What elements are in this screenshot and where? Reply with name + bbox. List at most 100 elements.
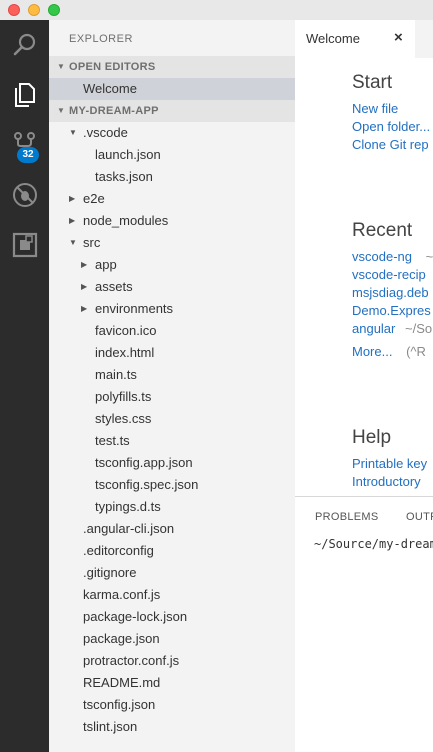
activity-bar: 32 <box>0 20 49 752</box>
chevron-down-icon[interactable]: ▼ <box>69 122 77 144</box>
activity-search[interactable] <box>0 20 49 70</box>
tree-file[interactable]: package-lock.json <box>49 606 295 628</box>
tree-file[interactable]: .editorconfig <box>49 540 295 562</box>
tree-file[interactable]: main.ts <box>49 364 295 386</box>
tab-output[interactable]: OUTP <box>406 511 433 523</box>
open-editors-header[interactable]: ▼ OPEN EDITORS <box>49 56 295 78</box>
tree-item-label: .editorconfig <box>83 543 154 558</box>
tab-welcome[interactable]: Welcome × <box>295 20 415 58</box>
activity-explorer[interactable] <box>0 70 49 120</box>
tree-file[interactable]: tsconfig.spec.json <box>49 474 295 496</box>
more-recent-link[interactable]: More... (^R <box>352 344 426 359</box>
tree-item-label: e2e <box>83 191 105 206</box>
tree-item-label: protractor.conf.js <box>83 653 180 668</box>
tree-item-label: node_modules <box>83 213 169 228</box>
tree-file[interactable]: tsconfig.json <box>49 694 295 716</box>
tree-item-label: package-lock.json <box>83 609 188 624</box>
recent-item[interactable]: angular ~/So <box>352 321 432 336</box>
close-icon[interactable]: × <box>394 29 403 46</box>
search-icon <box>13 33 36 56</box>
bottom-panel: PROBLEMS OUTP ~/Source/my-dream <box>295 496 433 752</box>
tree-file[interactable]: polyfills.ts <box>49 386 295 408</box>
tree-item-label: tasks.json <box>95 169 153 184</box>
chevron-down-icon: ▼ <box>57 62 66 71</box>
new-file-link[interactable]: New file <box>352 101 398 116</box>
window-minimize-button[interactable] <box>28 4 40 16</box>
tree-item-label: tsconfig.json <box>83 697 156 712</box>
tree-item-label: tslint.json <box>83 719 138 734</box>
tree-item-label: app <box>95 257 117 272</box>
tree-file[interactable]: favicon.ico <box>49 320 295 342</box>
tree-file[interactable]: tsconfig.app.json <box>49 452 295 474</box>
tree-item-label: .angular-cli.json <box>83 521 175 536</box>
tree-file[interactable]: package.json <box>49 628 295 650</box>
recent-item[interactable]: Demo.Expres <box>352 303 431 318</box>
open-folder-link[interactable]: Open folder... <box>352 119 430 134</box>
tree-file[interactable]: karma.conf.js <box>49 584 295 606</box>
open-editor-item[interactable]: Welcome <box>49 78 295 100</box>
tree-item-label: index.html <box>95 345 155 360</box>
activity-debug[interactable] <box>0 170 49 220</box>
terminal-text: ~/Source/my-dream <box>314 537 433 551</box>
tree-item-label: README.md <box>83 675 161 690</box>
chevron-right-icon[interactable]: ▶ <box>69 188 75 210</box>
recent-item[interactable]: vscode-ng ~ <box>352 249 433 264</box>
tree-item-label: karma.conf.js <box>83 587 161 602</box>
tree-folder[interactable]: ▼ src <box>49 232 295 254</box>
tree-item-label: .vscode <box>83 125 128 140</box>
extensions-icon <box>12 232 38 258</box>
recent-item[interactable]: vscode-recip <box>352 267 426 282</box>
debug-icon <box>13 183 37 207</box>
sidebar-title: EXPLORER <box>69 33 133 45</box>
tree-item-label: tsconfig.app.json <box>95 455 193 470</box>
tree-item-label: package.json <box>83 631 160 646</box>
source-control-badge: 32 <box>17 147 39 163</box>
tree-file[interactable]: .angular-cli.json <box>49 518 295 540</box>
explorer-sidebar: EXPLORER ▼ OPEN EDITORS Welcome ▼ MY-DRE… <box>49 20 295 752</box>
tree-item-label: favicon.ico <box>95 323 157 338</box>
tree-item-label: environments <box>95 301 174 316</box>
window-close-button[interactable] <box>8 4 20 16</box>
tree-folder[interactable]: ▶ environments <box>49 298 295 320</box>
tree-item-label: launch.json <box>95 147 161 162</box>
tree-folder[interactable]: ▶ assets <box>49 276 295 298</box>
activity-extensions[interactable] <box>0 220 49 270</box>
tree-item-label: src <box>83 235 101 250</box>
chevron-right-icon[interactable]: ▶ <box>81 276 87 298</box>
recent-item[interactable]: msjsdiag.deb <box>352 285 429 300</box>
recent-heading: Recent <box>352 220 413 241</box>
help-heading: Help <box>352 427 392 448</box>
chevron-right-icon[interactable]: ▶ <box>81 298 87 320</box>
tree-folder[interactable]: ▶ app <box>49 254 295 276</box>
tree-file[interactable]: protractor.conf.js <box>49 650 295 672</box>
tab-problems[interactable]: PROBLEMS <box>315 511 379 523</box>
clone-git-link[interactable]: Clone Git rep <box>352 137 429 152</box>
tree-item-label: tsconfig.spec.json <box>95 477 199 492</box>
tree-file[interactable]: styles.css <box>49 408 295 430</box>
tree-item-label: polyfills.ts <box>95 389 152 404</box>
tree-file[interactable]: launch.json <box>49 144 295 166</box>
tree-item-label: typings.d.ts <box>95 499 161 514</box>
tree-file[interactable]: test.ts <box>49 430 295 452</box>
printable-keyboard-link[interactable]: Printable key <box>352 456 427 471</box>
tree-file[interactable]: tasks.json <box>49 166 295 188</box>
tree-file[interactable]: index.html <box>49 342 295 364</box>
activity-source-control[interactable]: 32 <box>0 120 49 170</box>
tree-folder[interactable]: ▶ node_modules <box>49 210 295 232</box>
files-icon <box>15 83 35 107</box>
tree-file[interactable]: tslint.json <box>49 716 295 738</box>
tree-file[interactable]: typings.d.ts <box>49 496 295 518</box>
introductory-videos-link[interactable]: Introductory <box>352 474 421 489</box>
project-header[interactable]: ▼ MY-DREAM-APP <box>49 100 295 122</box>
tree-file[interactable]: README.md <box>49 672 295 694</box>
chevron-right-icon[interactable]: ▶ <box>69 210 75 232</box>
welcome-page: Start New file Open folder... Clone Git … <box>295 58 433 496</box>
tree-folder[interactable]: ▼ .vscode <box>49 122 295 144</box>
chevron-right-icon[interactable]: ▶ <box>81 254 87 276</box>
tab-bar: Welcome × <box>295 20 433 58</box>
window-maximize-button[interactable] <box>48 4 60 16</box>
tree-file[interactable]: .gitignore <box>49 562 295 584</box>
chevron-down-icon[interactable]: ▼ <box>69 232 77 254</box>
editor-area: Welcome × Start New file Open folder... … <box>295 20 433 752</box>
tree-folder[interactable]: ▶ e2e <box>49 188 295 210</box>
